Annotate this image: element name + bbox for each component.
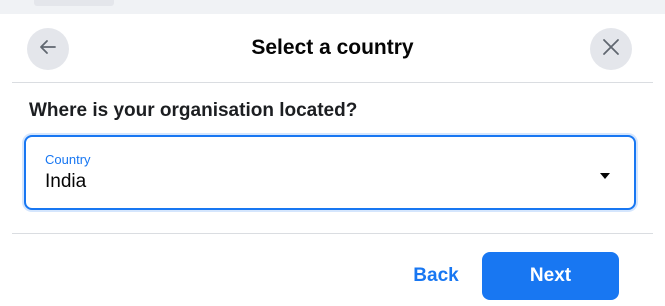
back-button[interactable]: Back (396, 253, 476, 299)
close-icon (602, 38, 620, 61)
back-arrow-button[interactable] (27, 28, 69, 70)
organisation-location-question: Where is your organisation located? (29, 100, 358, 121)
background-page-fragment (34, 0, 114, 6)
country-select[interactable]: Country India (24, 135, 636, 210)
caret-down-icon (599, 168, 611, 179)
close-button[interactable] (590, 28, 632, 70)
dialog-title: Select a country (251, 36, 414, 59)
country-select-label: Country (45, 152, 91, 167)
background-page-strip (0, 0, 665, 14)
select-country-dialog: Select a country Where is your organisat… (12, 14, 653, 306)
arrow-left-icon (38, 37, 58, 62)
footer-divider (12, 233, 653, 234)
dialog-header: Select a country (12, 14, 653, 83)
country-select-value: India (45, 171, 87, 192)
next-button[interactable]: Next (482, 252, 619, 300)
